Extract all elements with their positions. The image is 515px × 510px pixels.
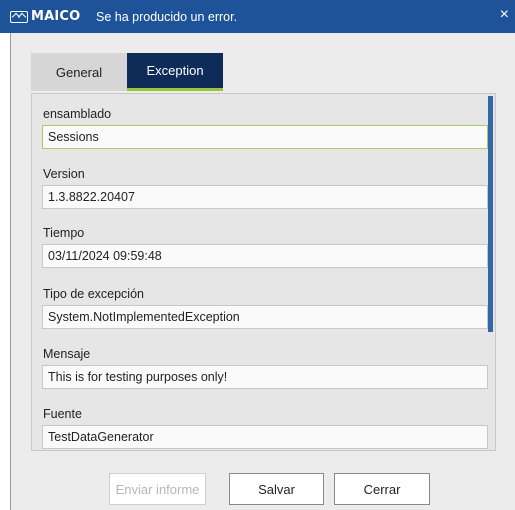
tab-general[interactable]: General	[31, 53, 127, 91]
field-value-message[interactable]: This is for testing purposes only!	[42, 365, 488, 389]
close-window-icon[interactable]: ×	[500, 6, 509, 24]
field-label-version: Version	[43, 167, 85, 181]
maico-logo-icon	[10, 11, 28, 23]
field-label-exception-type: Tipo de excepción	[43, 287, 144, 301]
field-value-time[interactable]: 03/11/2024 09:59:48	[42, 244, 488, 268]
title-bar: MAICO Se ha producido un error. ×	[0, 0, 515, 33]
field-label-message: Mensaje	[43, 347, 91, 361]
logo-text: MAICO	[31, 9, 81, 24]
send-report-button[interactable]: Enviar informe	[109, 473, 206, 505]
field-value-source[interactable]: TestDataGenerator	[42, 425, 488, 449]
error-dialog: General Exception ensamblado Sessions Ve…	[10, 33, 515, 510]
maico-logo: MAICO	[10, 10, 80, 24]
field-value-version[interactable]: 1.3.8822.20407	[42, 185, 488, 209]
field-label-assembly: ensamblado	[43, 107, 112, 121]
tab-exception[interactable]: Exception	[127, 53, 223, 91]
window-title: Se ha producido un error.	[96, 10, 238, 24]
save-button[interactable]: Salvar	[229, 473, 324, 505]
close-button[interactable]: Cerrar	[334, 473, 430, 505]
field-label-time: Tiempo	[43, 226, 85, 240]
exception-details-panel: ensamblado Sessions Version 1.3.8822.204…	[31, 93, 496, 451]
field-value-exception-type[interactable]: System.NotImplementedException	[42, 305, 488, 329]
tab-bar: General Exception	[31, 53, 223, 93]
field-label-source: Fuente	[43, 407, 82, 421]
scrollbar[interactable]	[488, 96, 493, 332]
field-value-assembly[interactable]: Sessions	[42, 125, 488, 149]
